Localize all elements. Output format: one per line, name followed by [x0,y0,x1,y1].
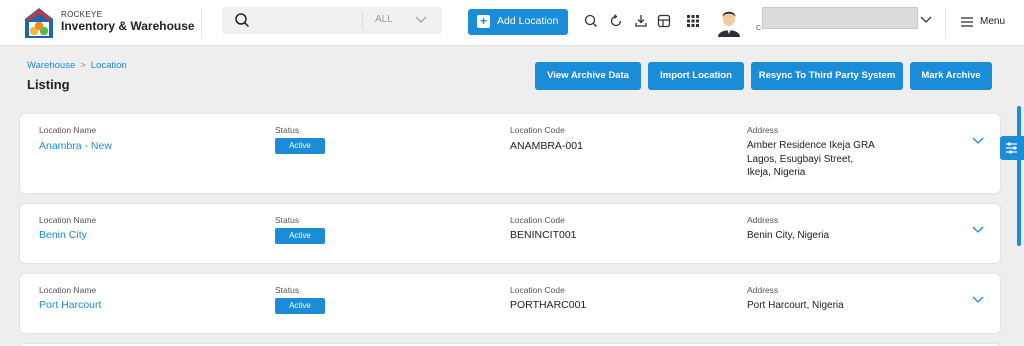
grid-view-icon[interactable] [656,13,672,29]
status-label: Status [275,215,300,225]
hamburger-icon [961,17,973,27]
menu-button[interactable]: Menu [960,14,1020,30]
chevron-down-icon[interactable] [919,14,933,26]
breadcrumb-warehouse[interactable]: Warehouse [27,60,75,71]
location-name-label: Location Name [39,125,97,135]
chevron-down-icon[interactable] [414,14,428,26]
plus-icon: + [477,15,490,28]
address-label: Address [747,125,779,135]
app-title: Inventory & Warehouse [61,19,195,33]
address-label: Address [747,215,779,225]
import-location-button[interactable]: Import Location [648,62,744,90]
username-redacted[interactable] [762,7,918,29]
brand-small: ROCKEYE [61,10,103,19]
location-code-label: Location Code [510,125,565,135]
location-code-label: Location Code [510,285,565,295]
breadcrumb: Warehouse > Location [27,60,127,71]
chevron-down-icon[interactable] [971,225,985,235]
top-bar: ROCKEYE Inventory & Warehouse ALL + Add … [0,0,1024,46]
location-code: ANAMBRA-001 [510,140,583,152]
brand: ROCKEYE Inventory & Warehouse [61,10,195,33]
breadcrumb-location[interactable]: Location [91,60,127,71]
view-archive-data-button[interactable]: View Archive Data [535,62,641,90]
add-location-label: Add Location [497,15,559,27]
rockeye-logo[interactable] [22,5,56,41]
location-name-label: Location Name [39,215,97,225]
divider [362,11,363,30]
location-code: BENINCIT001 [510,229,577,241]
address-value: Benin City, Nigeria [747,230,830,241]
address-value: Amber Residence Ikeja GRA Lagos, Esugbay… [747,140,875,178]
divider [945,8,946,38]
search-bar[interactable]: ALL [222,7,442,34]
mark-archive-button[interactable]: Mark Archive [910,62,992,90]
address-value: Port Harcourt, Nigeria [747,300,844,311]
status-label: Status [275,125,300,135]
avatar[interactable] [716,7,742,37]
search-icon[interactable] [583,13,599,29]
add-location-button[interactable]: + Add Location [468,9,568,35]
divider [201,8,202,38]
breadcrumb-separator: > [80,60,86,71]
location-name-link[interactable]: Anambra - New [39,140,112,152]
scrollbar-thumb[interactable] [1017,106,1021,246]
location-card[interactable]: Location Name Anambra - New Status Activ… [19,113,1001,194]
location-name-link[interactable]: Port Harcourt [39,299,101,311]
address-label: Address [747,285,779,295]
search-scope-select[interactable]: ALL [375,14,393,25]
status-badge: Active [275,138,325,154]
download-icon[interactable] [633,13,649,29]
menu-label: Menu [980,16,1006,27]
location-card[interactable]: Location Name Benin City Status Active L… [19,203,1001,264]
resync-third-party-button[interactable]: Resync To Third Party System [751,62,903,90]
chevron-down-icon[interactable] [971,295,985,305]
chevron-down-icon[interactable] [971,136,985,146]
location-code: PORTHARC001 [510,299,587,311]
search-input[interactable] [258,11,378,30]
refresh-icon[interactable] [608,13,624,29]
location-code-label: Location Code [510,215,565,225]
status-label: Status [275,285,300,295]
status-badge: Active [275,298,325,314]
apps-icon[interactable] [685,13,701,29]
search-icon [235,13,250,28]
page-title: Listing [27,77,70,92]
user-company: C [756,25,762,32]
location-card[interactable]: Location Name Port Harcourt Status Activ… [19,273,1001,334]
status-badge: Active [275,228,325,244]
location-name-link[interactable]: Benin City [39,229,87,241]
location-name-label: Location Name [39,285,97,295]
